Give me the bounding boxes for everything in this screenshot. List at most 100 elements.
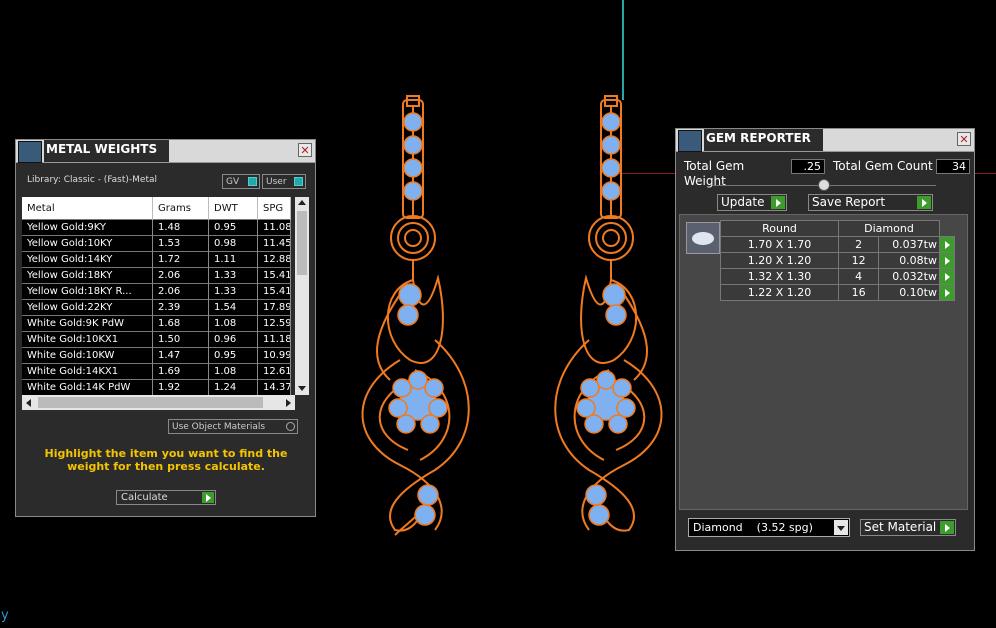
table-cell: 12.59: [257, 315, 291, 332]
gem-row[interactable]: 1.70 X 1.70 2 0.037tw: [720, 236, 955, 253]
gem-row[interactable]: 1.22 X 1.20 16 0.10tw: [720, 284, 955, 301]
scroll-up-icon[interactable]: [298, 200, 306, 205]
update-button[interactable]: Update: [717, 194, 787, 211]
table-row[interactable]: White Gold:14KX1 1.69 1.08 12.61: [22, 363, 291, 380]
save-report-label: Save Report: [812, 195, 886, 209]
table-cell: 1.50: [152, 331, 209, 348]
use-object-materials-label: Use Object Materials: [172, 422, 266, 432]
table-row[interactable]: White Gold:9K PdW 1.68 1.08 12.59: [22, 315, 291, 332]
calculate-label: Calculate: [121, 492, 168, 503]
gem-reporter-titlebar[interactable]: GEM REPORTER ✕: [676, 129, 974, 152]
gv-toggle-label: GV: [226, 177, 240, 187]
gem-reporter-logo-icon: [678, 130, 702, 152]
gem-cell: 16: [837, 284, 880, 301]
scroll-thumb[interactable]: [38, 397, 263, 408]
close-icon[interactable]: ✕: [957, 132, 971, 146]
slider-handle-icon[interactable]: [818, 179, 830, 191]
play-icon[interactable]: [939, 252, 955, 269]
chevron-down-icon[interactable]: [834, 520, 848, 535]
table-cell: White Gold:10KX1: [22, 331, 153, 348]
gem-cell: 0.08tw: [878, 252, 940, 269]
table-cell: 1.53: [152, 235, 209, 252]
table-cell: Yellow Gold:18KY R...: [22, 283, 153, 300]
gv-toggle-knob-icon: [248, 177, 257, 186]
calculate-button[interactable]: Calculate: [116, 490, 216, 505]
gem-row[interactable]: 1.32 X 1.30 4 0.032tw: [720, 268, 955, 285]
user-toggle-label: User: [266, 177, 287, 187]
material-select-value: Diamond (3.52 spg): [693, 521, 813, 534]
user-toggle-knob-icon: [294, 177, 303, 186]
table-cell: 11.18: [257, 331, 291, 348]
column-header[interactable]: Metal: [22, 197, 153, 220]
gem-cell: 0.032tw: [878, 268, 940, 285]
table-cell: Yellow Gold:18KY: [22, 267, 153, 284]
table-cell: White Gold:9K PdW: [22, 315, 153, 332]
table-cell: 0.96: [208, 331, 258, 348]
table-cell: 14.37: [257, 379, 291, 395]
play-icon[interactable]: [939, 268, 955, 285]
scroll-right-icon[interactable]: [286, 399, 291, 407]
table-cell: 2.06: [152, 283, 209, 300]
use-object-materials-checkbox[interactable]: Use Object Materials: [168, 419, 298, 434]
gem-shape-thumbnail-icon[interactable]: [686, 222, 720, 254]
table-cell: Yellow Gold:10KY: [22, 235, 153, 252]
table-cell: 12.61: [257, 363, 291, 380]
horizontal-scrollbar[interactable]: [22, 395, 295, 410]
table-cell: 1.08: [208, 363, 258, 380]
gv-toggle[interactable]: GV: [222, 174, 260, 189]
column-header[interactable]: Grams: [152, 197, 209, 220]
table-row[interactable]: Yellow Gold:22KY 2.39 1.54 17.89: [22, 299, 291, 316]
play-icon: [917, 196, 931, 209]
play-icon[interactable]: [939, 236, 955, 253]
scroll-down-icon[interactable]: [298, 386, 306, 391]
table-row[interactable]: White Gold:10KX1 1.50 0.96 11.18: [22, 331, 291, 348]
table-cell: 1.11: [208, 251, 258, 268]
table-row[interactable]: White Gold:10KW 1.47 0.95 10.99: [22, 347, 291, 364]
metal-weights-logo-icon: [18, 141, 42, 163]
set-material-button[interactable]: Set Material: [860, 519, 956, 536]
user-toggle[interactable]: User: [262, 174, 306, 189]
table-cell: 15.41: [257, 267, 291, 284]
play-icon[interactable]: [939, 284, 955, 301]
table-cell: 11.45: [257, 235, 291, 252]
table-cell: 1.33: [208, 267, 258, 284]
vertical-axis-line: [622, 0, 624, 100]
material-select[interactable]: Diamond (3.52 spg): [688, 518, 850, 537]
table-row[interactable]: Yellow Gold:14KY 1.72 1.11 12.88: [22, 251, 291, 268]
table-row[interactable]: White Gold:14K PdW 1.92 1.24 14.37: [22, 379, 291, 395]
total-gem-count-label: Total Gem Count: [829, 158, 935, 175]
viewport-model[interactable]: [340, 90, 680, 550]
metal-weights-table: Metal Grams DWT SPG Yellow Gold:9KY 1.48 0…: [22, 197, 291, 395]
table-cell: 1.72: [152, 251, 209, 268]
total-gem-count-value: 34: [936, 159, 970, 174]
table-cell: 1.54: [208, 299, 258, 316]
table-cell: White Gold:10KW: [22, 347, 153, 364]
close-icon[interactable]: ✕: [298, 143, 312, 157]
table-cell: 2.06: [152, 267, 209, 284]
column-header[interactable]: DWT: [208, 197, 258, 220]
table-cell: 1.24: [208, 379, 258, 395]
metal-weights-panel: METAL WEIGHTS ✕ Library: Classic - (Fast…: [15, 139, 316, 517]
table-row[interactable]: Yellow Gold:9KY 1.48 0.95 11.08: [22, 219, 291, 236]
gem-report-table: Round Diamond 1.70 X 1.70 2 0.037tw 1.20 X …: [720, 220, 955, 301]
instruction-text: Highlight the item you want to find the …: [44, 447, 288, 473]
table-cell: 1.48: [152, 219, 209, 236]
table-row[interactable]: Yellow Gold:18KY 2.06 1.33 15.41: [22, 267, 291, 284]
gem-cell: 1.22 X 1.20: [720, 284, 839, 301]
gem-cell: 4: [837, 268, 880, 285]
table-row[interactable]: Yellow Gold:18KY R... 2.06 1.33 15.41: [22, 283, 291, 300]
gem-row[interactable]: 1.20 X 1.20 12 0.08tw: [720, 252, 955, 269]
column-header[interactable]: SPG: [257, 197, 291, 220]
scroll-left-icon[interactable]: [26, 399, 31, 407]
scroll-thumb[interactable]: [297, 211, 307, 275]
table-cell: 0.98: [208, 235, 258, 252]
vertical-scrollbar[interactable]: [295, 197, 309, 395]
metal-weights-titlebar[interactable]: METAL WEIGHTS ✕: [16, 140, 315, 163]
table-cell: 1.33: [208, 283, 258, 300]
table-row[interactable]: Yellow Gold:10KY 1.53 0.98 11.45: [22, 235, 291, 252]
total-gem-weight-value: .25: [791, 159, 825, 174]
play-icon: [202, 492, 214, 503]
save-report-button[interactable]: Save Report: [808, 194, 933, 211]
gem-cell: 0.037tw: [878, 236, 940, 253]
metal-weights-title: METAL WEIGHTS: [44, 140, 170, 162]
